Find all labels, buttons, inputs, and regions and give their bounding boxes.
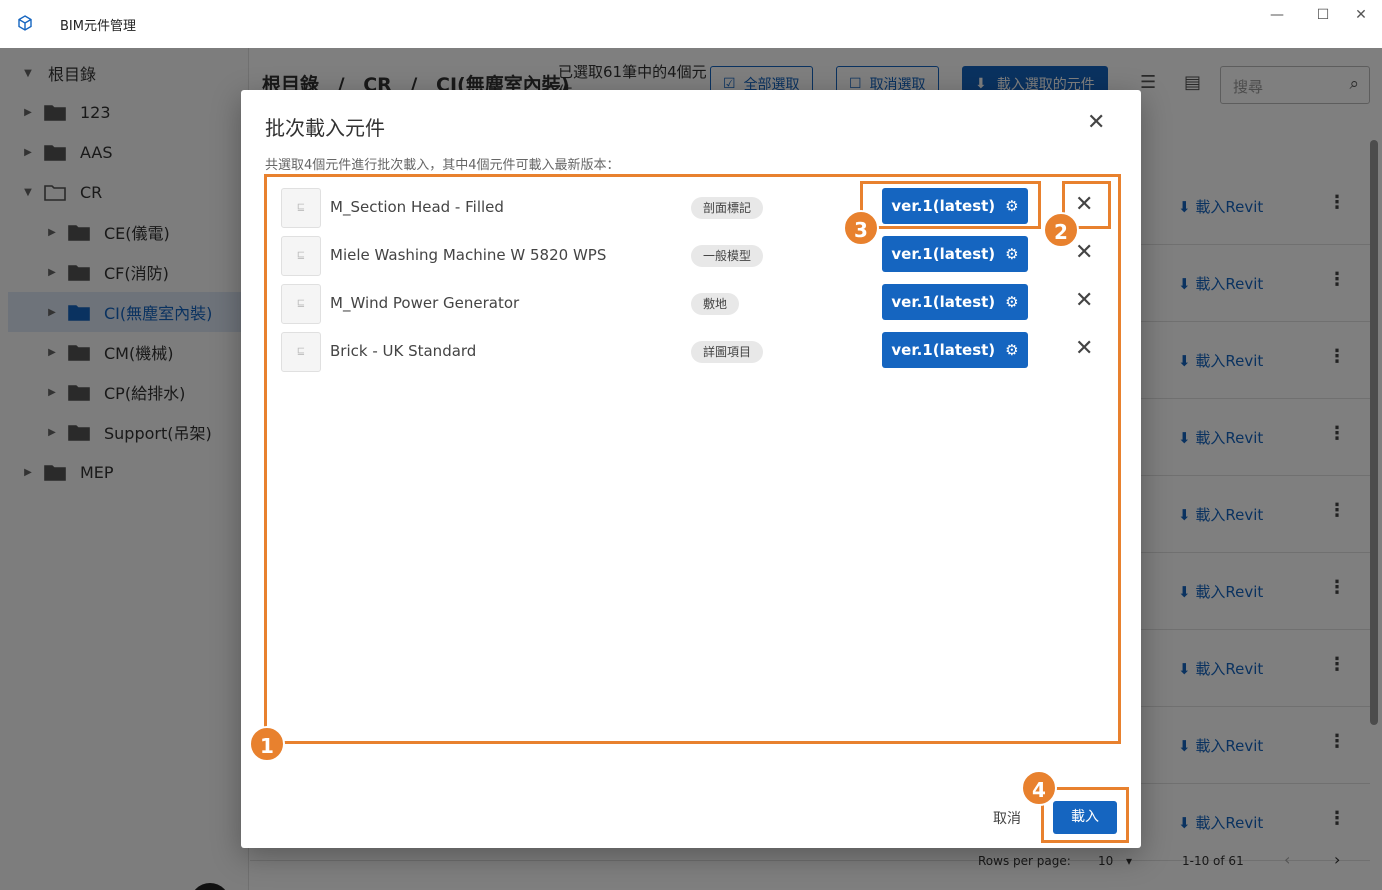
annotation-box-3 <box>860 181 1041 229</box>
dialog-title: 批次載入元件 <box>265 116 385 140</box>
minimize-button[interactable]: — <box>1254 4 1300 26</box>
app-logo-icon <box>18 15 32 31</box>
annotation-box-1 <box>264 174 1121 744</box>
window-title: BIM元件管理 <box>60 19 136 34</box>
close-window-button[interactable]: ✕ <box>1338 4 1382 26</box>
annotation-number-3: 3 <box>843 210 879 246</box>
dialog-summary: 共選取4個元件進行批次載入，其中4個元件可載入最新版本： <box>265 158 620 173</box>
title-bar: BIM元件管理 — ☐ ✕ <box>0 0 1382 48</box>
cancel-button[interactable]: 取消 <box>993 808 1021 828</box>
close-icon[interactable]: ✕ <box>1087 110 1105 135</box>
annotation-number-1: 1 <box>249 726 285 762</box>
annotation-number-4: 4 <box>1021 770 1057 806</box>
annotation-number-2: 2 <box>1043 212 1079 248</box>
